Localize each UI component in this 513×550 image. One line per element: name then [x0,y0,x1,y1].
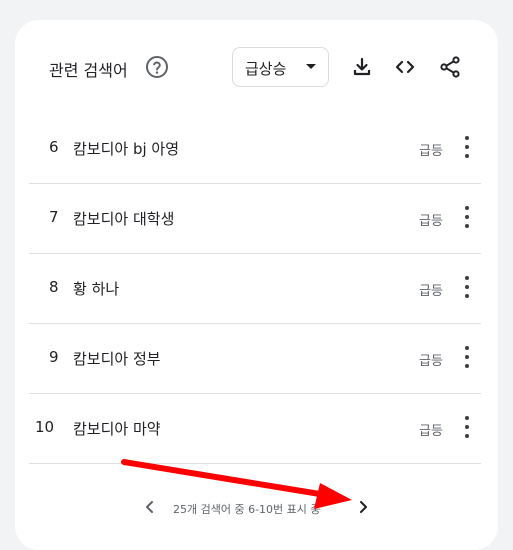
list-item[interactable]: 6 캄보디아 bj 아영 급등 [29,114,481,184]
row-query[interactable]: 캄보디아 대학생 [73,208,174,229]
code-embed-icon[interactable] [393,55,417,79]
row-status-badge: 급등 [419,144,443,159]
more-vert-icon[interactable] [462,206,472,230]
chevron-right-icon[interactable] [355,499,371,515]
share-icon[interactable] [438,55,462,79]
row-status-badge: 급등 [419,354,443,369]
row-rank: 10 [35,418,55,436]
pagination-status: 25개 검색어 중 6-10번 표시 중 [173,503,321,516]
list-item[interactable]: 8 황 하나 급등 [29,254,481,324]
row-query[interactable]: 캄보디아 마약 [73,418,161,439]
row-rank: 6 [49,138,59,156]
trend-type-select-value: 급상승 [245,60,287,78]
related-queries-list: 6 캄보디아 bj 아영 급등 7 캄보디아 대학생 급등 8 황 하나 급등 … [29,114,481,464]
row-rank: 8 [49,278,59,296]
trend-type-select[interactable]: 급상승 [232,47,329,87]
help-icon[interactable] [145,55,169,79]
row-rank: 7 [49,208,59,226]
row-status-badge: 급등 [419,214,443,229]
more-vert-icon[interactable] [462,346,472,370]
row-query[interactable]: 황 하나 [73,278,119,299]
row-query[interactable]: 캄보디아 bj 아영 [73,138,179,159]
more-vert-icon[interactable] [462,416,472,440]
download-icon[interactable] [350,55,374,79]
list-item[interactable]: 9 캄보디아 정부 급등 [29,324,481,394]
related-queries-card: 관련 검색어 급상승 6 캄보디아 bj 아영 급등 7 캄보디아 대학생 급등… [15,20,498,550]
pagination: 25개 검색어 중 6-10번 표시 중 [15,492,498,522]
card-header: 관련 검색어 급상승 [15,20,498,120]
card-title: 관련 검색어 [49,61,128,80]
more-vert-icon[interactable] [462,276,472,300]
chevron-left-icon[interactable] [142,499,158,515]
row-status-badge: 급등 [419,424,443,439]
row-rank: 9 [49,348,59,366]
row-status-badge: 급등 [419,284,443,299]
row-query[interactable]: 캄보디아 정부 [73,348,161,369]
caret-down-icon [306,64,316,69]
list-item[interactable]: 7 캄보디아 대학생 급등 [29,184,481,254]
more-vert-icon[interactable] [462,136,472,160]
list-item[interactable]: 10 캄보디아 마약 급등 [29,394,481,464]
